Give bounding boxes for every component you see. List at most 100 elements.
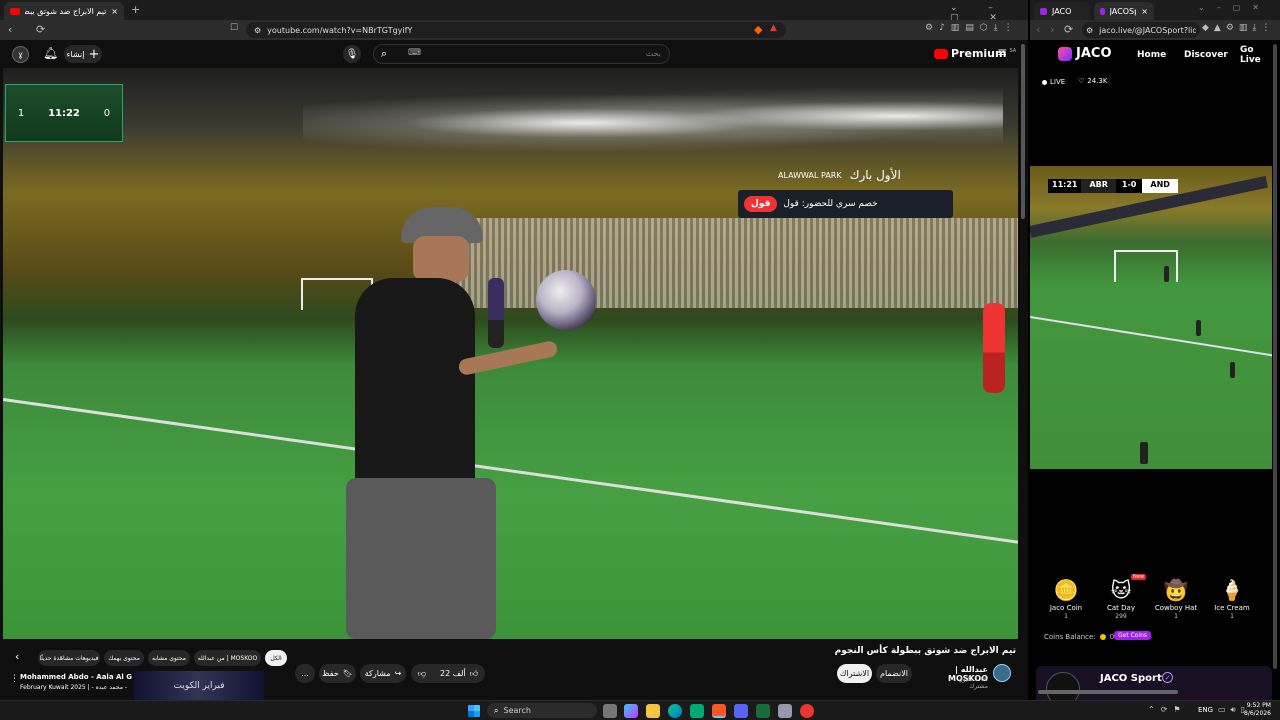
dislike-icon[interactable]: 👎︎ <box>418 669 426 679</box>
subscriber-count: 1.66 مليون مشترك <box>958 676 988 690</box>
extensions-icon[interactable]: ⚙♪▥▤⬡⤓⋮ <box>925 23 1019 33</box>
avatar[interactable]: ɣ <box>12 46 29 63</box>
brave-icon[interactable] <box>712 704 726 718</box>
language-indicator[interactable]: ENG <box>1198 706 1213 714</box>
gift-name: Jaco Coin <box>1049 604 1083 612</box>
url-field[interactable]: ⚙ youtube.com/watch?v=NBrTGTgyifY <box>246 22 786 38</box>
tab-strip: تيم الابراج ضد شوتق ببطولة كأس × + ⌄ – ▢… <box>0 0 1028 23</box>
save-label: حفظ <box>322 669 339 678</box>
next-video-thumbnail[interactable]: فبراير الكويت <box>134 671 264 700</box>
jaco-logo[interactable]: JACO <box>1058 46 1112 61</box>
tab-title: JACO <box>1052 6 1072 16</box>
player-red <box>983 303 1005 393</box>
gift-cat-day[interactable]: New 🐱 Cat Day 299 <box>1091 574 1151 620</box>
chip-from-channel[interactable]: من عبدالله | MOSKOO <box>194 650 261 666</box>
more-actions-button[interactable]: ... <box>295 664 315 683</box>
join-button[interactable]: الانضمام <box>876 664 912 683</box>
subscribe-label: الاشتراك <box>839 669 870 678</box>
stadium-sign: ALAWWAL PARK الأول بارك <box>778 168 901 182</box>
file-explorer-icon[interactable] <box>646 704 660 718</box>
tab-close-icon[interactable]: × <box>1141 7 1148 16</box>
site-info-icon: ⚙ <box>1086 25 1094 35</box>
window-controls-right[interactable]: ⌄–▢✕ <box>1198 3 1271 12</box>
next-video-menu-icon[interactable]: ⋮ <box>10 674 19 684</box>
tab-youtube[interactable]: تيم الابراج ضد شوتق ببطولة كأس × <box>4 2 124 20</box>
create-button[interactable]: إنشاء + <box>64 45 102 63</box>
stadium-lights <box>303 88 1003 158</box>
search-icon[interactable]: ⌕ <box>381 47 387 61</box>
share-button[interactable]: مشاركة ↪ <box>360 664 406 683</box>
away-score: 0 <box>103 107 111 119</box>
stream-clock: 11:21 <box>1048 179 1082 193</box>
tab-jaco[interactable]: JACO <box>1034 2 1090 20</box>
channel-avatar[interactable] <box>993 664 1011 682</box>
like-icon[interactable]: 👍︎ <box>470 669 478 679</box>
extensions-icon[interactable]: ◆▲⚙▥⤓⋮ <box>1202 23 1275 33</box>
back-icon[interactable]: ‹ <box>8 23 12 36</box>
taskbar-search[interactable]: ⌕ Search <box>487 703 597 718</box>
settings-icon[interactable] <box>778 704 792 718</box>
menu-icon[interactable]: ≡ <box>997 45 1007 59</box>
tab-jaco-sport[interactable]: JACOSport × <box>1094 2 1154 20</box>
voice-search-icon[interactable]: 🎙︎ <box>343 45 361 63</box>
excel-icon[interactable] <box>756 704 770 718</box>
share-icon: ↪ <box>394 669 402 678</box>
brave-shield-icon[interactable]: ◆ <box>754 23 762 36</box>
system-tray-icons[interactable]: ⌃⟳⚑ <box>1148 705 1187 714</box>
edge-icon[interactable] <box>668 704 682 718</box>
chip-related[interactable]: محتوى مشابه <box>148 650 190 666</box>
live-label: LIVE <box>1050 78 1066 86</box>
reload-icon[interactable]: ⟳ <box>36 23 45 36</box>
match-clock: 11:22 <box>48 107 80 119</box>
search-input[interactable]: بحث <box>646 49 661 58</box>
tab-close-icon[interactable]: × <box>111 7 118 16</box>
url-text: jaco.live/@JACOSport?lid... <box>1099 25 1196 35</box>
clock-time: 9:52 PM <box>1246 702 1271 709</box>
stream-player[interactable]: 11:21 ABR 1-0 AND <box>1030 166 1272 469</box>
page-scrollbar[interactable] <box>1021 44 1025 219</box>
notifications-bell-icon[interactable]: 🔔︎ <box>43 46 58 60</box>
copilot-icon[interactable] <box>624 704 638 718</box>
youtube-header: ɣ 🔔︎ إنشاء + 🎙︎ ⌕ ⌨ بحث Premium SA ≡ <box>0 40 1028 68</box>
like-count[interactable]: 22 ألف <box>440 669 466 678</box>
clock[interactable]: 9:52 PM 8/6/2026 <box>1244 702 1271 718</box>
premium-region: SA <box>1009 47 1017 54</box>
forward-icon[interactable]: › <box>1050 23 1054 36</box>
gift-price: 1 <box>1230 613 1234 620</box>
video-player[interactable]: 1 11:22 0 ALAWWAL PARK الأول بارك قول خص… <box>3 68 1018 639</box>
reload-icon[interactable]: ⟳ <box>1064 23 1073 36</box>
right-scrollbar[interactable] <box>1273 44 1277 669</box>
coins-balance: Coins Balance: 0 <box>1044 633 1114 641</box>
chips-prev-icon[interactable]: ‹ <box>15 650 19 663</box>
url-field-right[interactable]: ⚙ jaco.live/@JACOSport?lid... <box>1082 22 1200 38</box>
gift-jaco-coin[interactable]: 🪙 Jaco Coin 1 <box>1036 578 1096 620</box>
start-icon[interactable] <box>468 705 480 717</box>
right-hscrollbar[interactable] <box>1038 690 1178 694</box>
gift-cowboy-hat[interactable]: 🤠 Cowboy Hat 1 <box>1146 578 1206 620</box>
gift-ice-cream[interactable]: 🍦 Ice Cream 1 <box>1202 578 1262 620</box>
task-view-icon[interactable] <box>603 704 617 718</box>
brave-rewards-icon[interactable]: ▲ <box>770 23 777 33</box>
chip-recently-watched[interactable]: فيديوهات مشاهَدة حديثًا <box>38 650 100 666</box>
get-coins-button[interactable]: Get Coins <box>1114 631 1152 640</box>
discord-icon[interactable] <box>734 704 748 718</box>
chip-for-you[interactable]: محتوى يهمك <box>104 650 144 666</box>
save-button[interactable]: حفظ 🔖︎ <box>319 664 356 683</box>
channel-card[interactable]: JACO Sport ✓ <box>1036 666 1272 706</box>
tab-strip-right: JACO JACOSport × ⌄–▢✕ <box>1030 0 1280 20</box>
media-app-icon[interactable] <box>800 704 814 718</box>
chip-label: الكل <box>270 654 282 662</box>
subscribe-button[interactable]: الاشتراك <box>837 664 872 683</box>
store-icon[interactable] <box>690 704 704 718</box>
ice-cream-icon: 🍦 <box>1219 578 1245 602</box>
back-icon[interactable]: ‹ <box>1036 23 1040 36</box>
nav-home[interactable]: Home <box>1137 50 1166 60</box>
new-tab-button[interactable]: + <box>131 3 140 16</box>
nav-discover[interactable]: Discover <box>1184 50 1228 60</box>
chip-all[interactable]: الكل <box>265 650 287 666</box>
keyboard-icon[interactable]: ⌨ <box>408 48 421 58</box>
nav-go-live[interactable]: Go Live <box>1240 45 1261 65</box>
next-video-title[interactable]: Mohammed Abdo - Aala Al Gamal | <box>20 673 132 681</box>
bookmark-icon[interactable]: ☐ <box>230 23 238 33</box>
search-bar[interactable]: ⌕ ⌨ بحث <box>373 44 670 64</box>
